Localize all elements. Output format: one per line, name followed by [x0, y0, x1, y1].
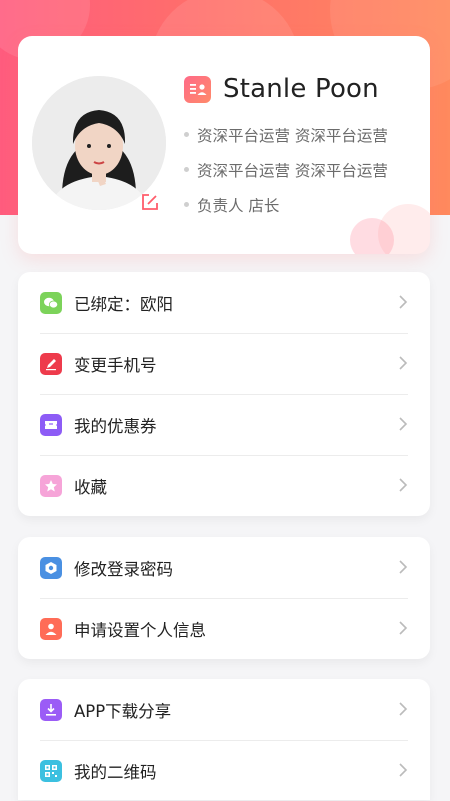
menu-item-label: APP下载分享: [74, 701, 172, 721]
menu-item-label: 已绑定：欧阳: [74, 294, 173, 314]
chevron-right-icon: [399, 702, 408, 716]
menu-item-label: 修改登录密码: [74, 559, 173, 579]
profile-title-line: 资深平台运营 资深平台运营: [184, 159, 398, 181]
profile-role-line: 负责人 店长: [184, 194, 398, 216]
menu-item-change-phone[interactable]: 变更手机号: [18, 333, 430, 394]
menu-item-label: 申请设置个人信息: [74, 620, 206, 640]
menu-item-label: 我的优惠券: [74, 416, 157, 436]
chevron-right-icon: [399, 295, 408, 309]
menu-item-label: 我的二维码: [74, 762, 157, 782]
menu-item-change-password[interactable]: 修改登录密码: [18, 537, 430, 598]
star-icon: [40, 474, 62, 497]
chevron-right-icon: [399, 621, 408, 635]
profile-name: Stanle Poon: [223, 74, 379, 104]
chevron-right-icon: [399, 763, 408, 777]
menu-item-favorites[interactable]: 收藏: [18, 455, 430, 516]
pencil-icon: [40, 352, 62, 375]
profile-name-row: Stanle Poon: [184, 74, 379, 104]
security-menu-group: 修改登录密码 申请设置个人信息: [18, 537, 430, 659]
menu-item-qr-code[interactable]: 我的二维码: [18, 740, 430, 801]
chevron-right-icon: [399, 478, 408, 492]
menu-item-wechat-bound[interactable]: 已绑定：欧阳: [18, 272, 430, 333]
shield-icon: [40, 556, 62, 579]
download-icon: [40, 698, 62, 721]
menu-item-coupons[interactable]: 我的优惠券: [18, 394, 430, 455]
id-card-icon: [184, 75, 211, 103]
qr-code-icon: [40, 759, 62, 782]
account-menu-group: 已绑定：欧阳 变更手机号 我的优惠券 收藏: [18, 272, 430, 516]
chevron-right-icon: [399, 417, 408, 431]
coupon-icon: [40, 413, 62, 436]
menu-item-label: 收藏: [74, 477, 107, 497]
menu-item-label: 变更手机号: [74, 355, 157, 375]
profile-title-line: 资深平台运营 资深平台运营: [184, 124, 398, 146]
menu-item-app-download[interactable]: APP下载分享: [18, 679, 430, 740]
profile-card: Stanle Poon 资深平台运营 资深平台运营 资深平台运营 资深平台运营 …: [18, 36, 430, 254]
wechat-icon: [40, 291, 62, 314]
menu-item-personal-info[interactable]: 申请设置个人信息: [18, 598, 430, 659]
avatar[interactable]: [32, 76, 166, 210]
person-icon: [40, 617, 62, 640]
edit-profile-icon[interactable]: [141, 193, 159, 211]
chevron-right-icon: [399, 356, 408, 370]
share-menu-group: APP下载分享 我的二维码: [18, 679, 430, 800]
chevron-right-icon: [399, 560, 408, 574]
